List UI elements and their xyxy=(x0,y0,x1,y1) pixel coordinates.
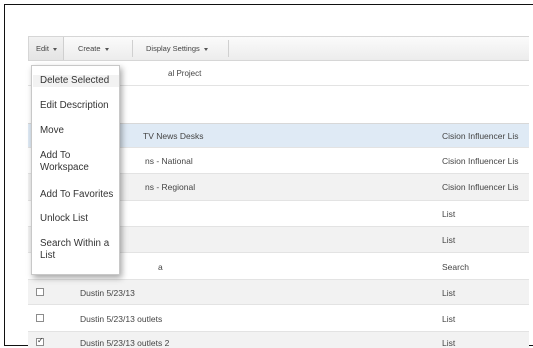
create-label: Create xyxy=(78,44,101,53)
row-type: Cision Influencer Lis xyxy=(442,131,519,141)
row-type: Cision Influencer Lis xyxy=(442,156,519,166)
display-settings-menu-button[interactable]: Display Settings xyxy=(139,37,208,60)
row-name[interactable]: Dustin 5/23/13 xyxy=(80,288,135,298)
edit-menu-button[interactable]: Edit xyxy=(29,37,64,60)
row-checkbox[interactable] xyxy=(36,288,44,296)
toolbar-divider xyxy=(228,40,229,57)
row-name[interactable]: ns - National xyxy=(145,156,193,166)
table-row[interactable]: Dustin 5/23/13 outlets List xyxy=(28,305,529,332)
display-settings-label: Display Settings xyxy=(146,44,200,53)
chevron-down-icon xyxy=(203,47,208,51)
row-name[interactable]: Dustin 5/23/13 outlets 2 xyxy=(80,338,169,348)
edit-dropdown-menu: Delete Selected Edit Description Move Ad… xyxy=(31,65,120,275)
row-type: Cision Influencer Lis xyxy=(442,182,519,192)
chevron-down-icon xyxy=(52,47,57,51)
menu-item-edit-description[interactable]: Edit Description xyxy=(40,100,109,112)
row-checkbox[interactable] xyxy=(36,314,44,322)
row-name[interactable]: TV News Desks xyxy=(143,131,203,141)
row-type: List xyxy=(442,235,456,245)
menu-item-unlock-list[interactable]: Unlock List xyxy=(40,213,88,225)
row-checkbox-checked[interactable] xyxy=(36,336,44,346)
row-name[interactable]: Dustin 5/23/13 outlets xyxy=(80,314,162,324)
row-type: List xyxy=(442,338,456,348)
row-type: List xyxy=(442,209,456,219)
toolbar-divider xyxy=(132,40,133,57)
table-row[interactable]: Dustin 5/23/13 List xyxy=(28,280,529,305)
list-toolbar: Edit Create Display Settings xyxy=(28,36,529,61)
chevron-down-icon xyxy=(104,47,109,51)
menu-item-add-to-favorites[interactable]: Add To Favorites xyxy=(40,189,113,201)
row-name[interactable]: ns - Regional xyxy=(145,182,195,192)
edit-label: Edit xyxy=(36,44,49,53)
row-type: Search xyxy=(442,262,469,272)
create-menu-button[interactable]: Create xyxy=(71,37,109,60)
menu-item-move[interactable]: Move xyxy=(40,125,64,137)
row-type: List xyxy=(442,314,456,324)
row-name[interactable]: a xyxy=(158,262,163,272)
menu-item-search-within-list[interactable]: Search Within a List xyxy=(40,238,118,262)
breadcrumb: al Project xyxy=(168,69,202,78)
menu-item-delete-selected[interactable]: Delete Selected xyxy=(33,75,119,87)
menu-item-add-to-workspace[interactable]: Add To Workspace xyxy=(40,150,115,174)
row-type: List xyxy=(442,288,456,298)
